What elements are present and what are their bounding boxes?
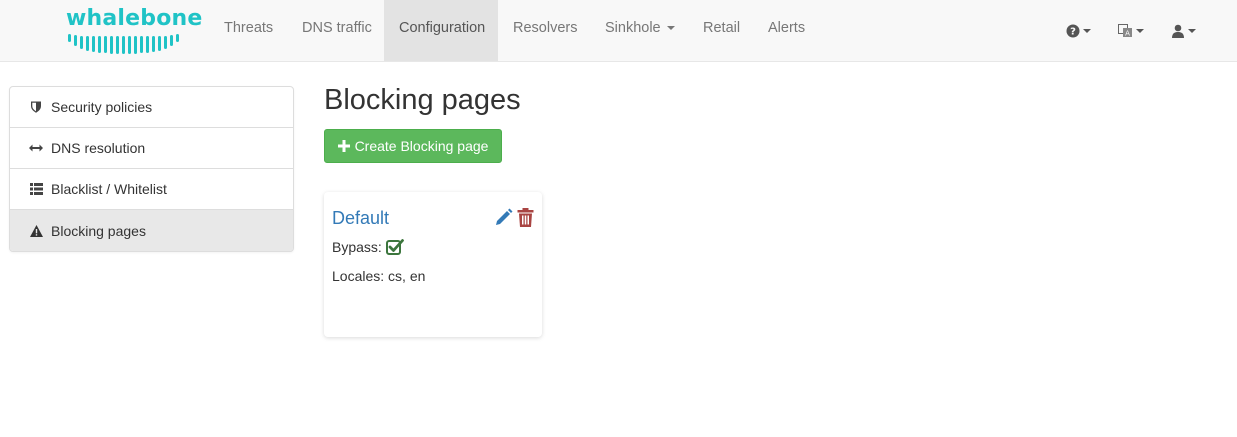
nav-sinkhole[interactable]: Sinkhole — [590, 0, 690, 61]
nav-threats[interactable]: Threats — [209, 0, 288, 61]
nav-alerts[interactable]: Alerts — [753, 0, 820, 61]
language-dropdown[interactable]: A — [1111, 0, 1151, 61]
check-square-icon — [385, 239, 404, 255]
blocking-page-card: Default Bypass: Locales: cs, en — [324, 192, 542, 337]
sidebar-item-dns-resolution[interactable]: DNS resolution — [10, 128, 293, 169]
delete-trash-icon[interactable] — [517, 208, 534, 232]
top-navbar: whalebone Threats DNS traffic Configurat… — [0, 0, 1237, 62]
caret-down-icon — [1187, 28, 1196, 33]
svg-text:?: ? — [1070, 26, 1076, 37]
help-dropdown[interactable]: ? — [1058, 0, 1098, 61]
config-sidebar: Security policies DNS resolution Blackli… — [9, 86, 294, 252]
list-icon — [29, 182, 43, 196]
warning-icon — [29, 224, 43, 238]
sidebar-item-label: Blacklist / Whitelist — [51, 181, 167, 197]
locales-row: Locales: cs, en — [332, 268, 426, 284]
caret-down-icon — [1136, 28, 1144, 33]
bypass-row: Bypass: — [332, 239, 404, 255]
brand-logo[interactable]: whalebone — [64, 6, 202, 54]
shield-icon — [29, 100, 43, 114]
caret-down-icon — [1082, 28, 1091, 33]
whalebone-wave-icon — [68, 34, 179, 54]
edit-pencil-icon[interactable] — [494, 208, 513, 232]
sidebar-item-label: Security policies — [51, 99, 153, 115]
sidebar-item-label: DNS resolution — [51, 140, 146, 156]
language-icon: A — [1118, 23, 1132, 37]
card-actions — [494, 208, 534, 232]
sidebar-item-security-policies[interactable]: Security policies — [10, 87, 293, 128]
sidebar-item-label: Blocking pages — [51, 222, 146, 239]
blocking-page-name-link[interactable]: Default — [332, 208, 389, 229]
plus-icon — [337, 140, 350, 152]
brand-name: whalebone — [66, 6, 203, 31]
resize-horizontal-icon — [29, 141, 43, 155]
user-icon — [1171, 24, 1184, 38]
question-circle-icon: ? — [1066, 24, 1079, 37]
page-title: Blocking pages — [324, 84, 521, 116]
nav-configuration[interactable]: Configuration — [384, 0, 498, 61]
create-blocking-page-button[interactable]: Create Blocking page — [324, 129, 502, 163]
nav-dns-traffic[interactable]: DNS traffic — [287, 0, 387, 61]
sidebar-item-blacklist-whitelist[interactable]: Blacklist / Whitelist — [10, 169, 293, 210]
sidebar-item-blocking-pages[interactable]: Blocking pages — [10, 210, 293, 251]
bypass-label: Bypass: — [332, 239, 382, 255]
create-button-label: Create Blocking page — [354, 138, 489, 154]
nav-sinkhole-label: Sinkhole — [605, 20, 661, 36]
svg-text:A: A — [1125, 29, 1130, 37]
nav-resolvers[interactable]: Resolvers — [498, 0, 592, 61]
nav-retail[interactable]: Retail — [688, 0, 755, 61]
caret-down-icon — [666, 26, 675, 31]
user-dropdown[interactable] — [1163, 0, 1203, 61]
